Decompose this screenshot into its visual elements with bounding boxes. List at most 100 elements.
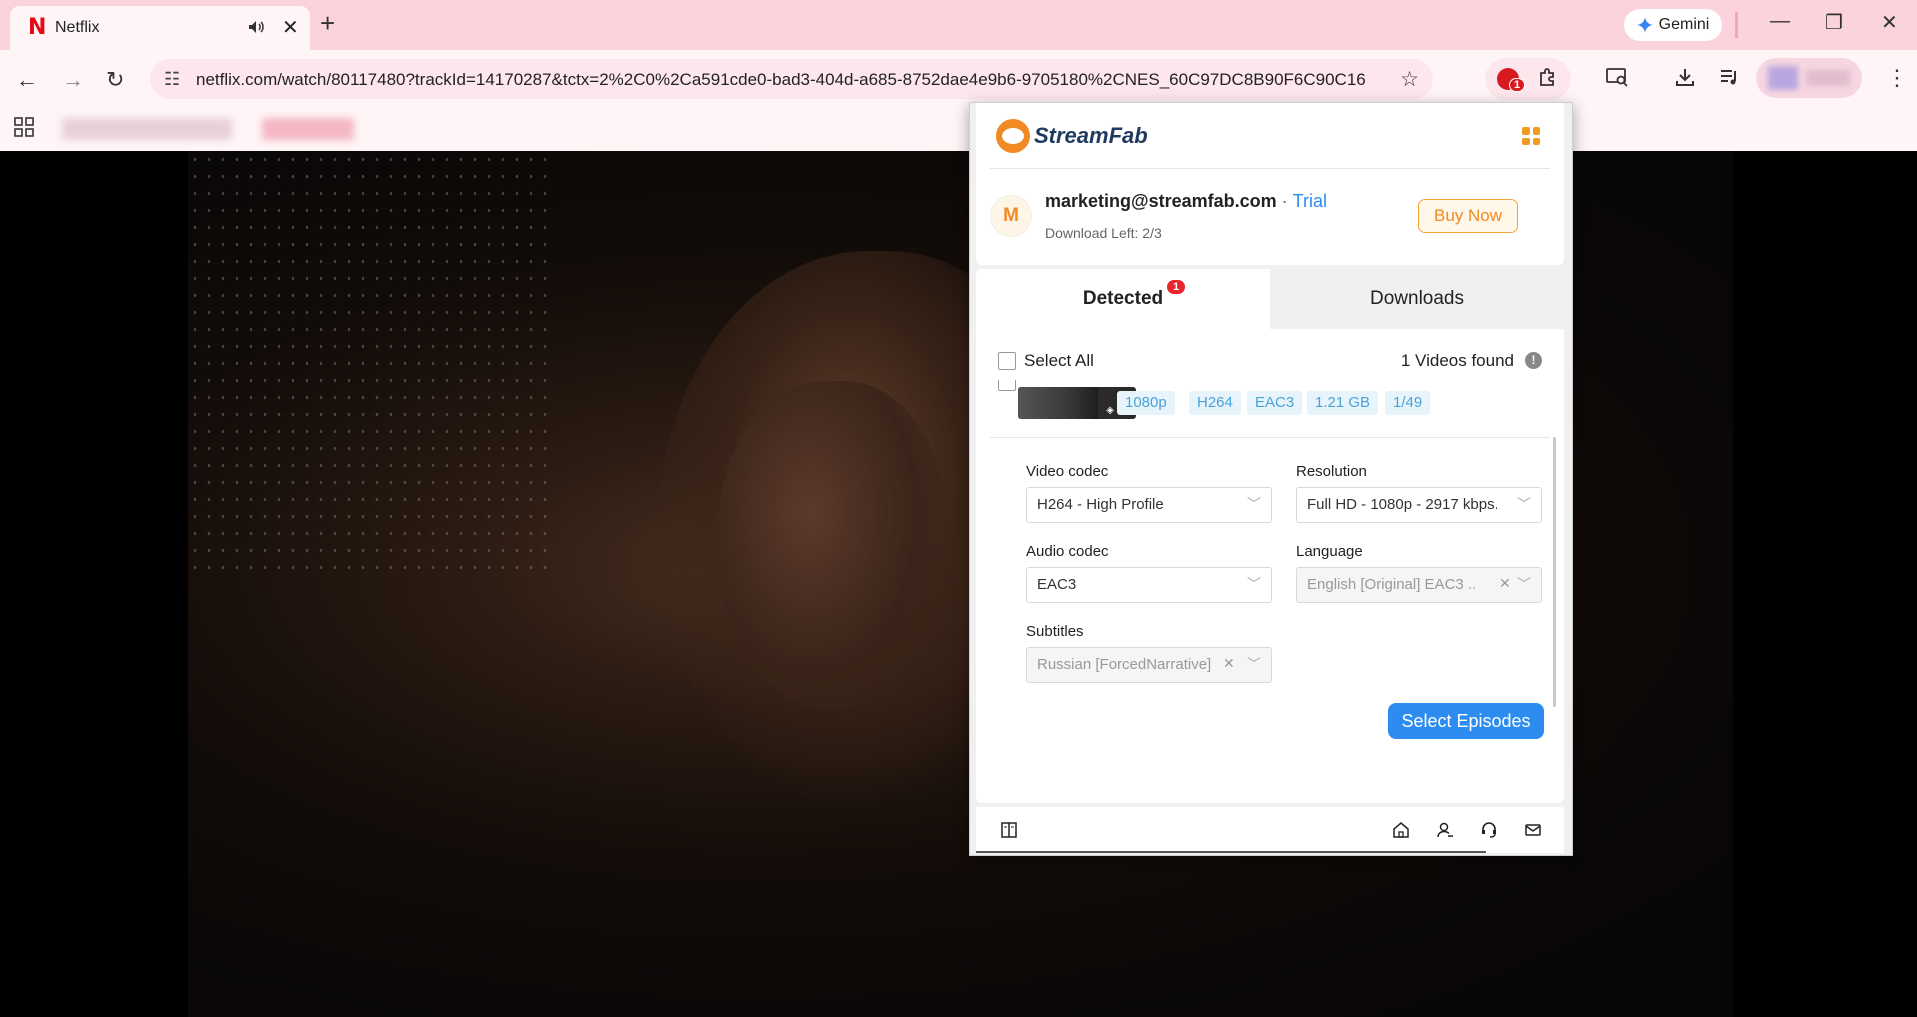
tab-detected-label: Detected	[1082, 288, 1164, 309]
site-info-icon[interactable]: ☷	[164, 69, 180, 90]
account-avatar: M	[990, 195, 1032, 237]
minimize-icon[interactable]: —	[1770, 10, 1790, 33]
gemini-button[interactable]: Gemini	[1624, 9, 1722, 41]
media-queue-icon[interactable]	[1719, 66, 1741, 94]
plan-label: Trial	[1292, 191, 1328, 211]
user-icon[interactable]	[1436, 821, 1454, 844]
restore-icon[interactable]: ❐	[1825, 10, 1843, 35]
tab-strip: N Netflix ✕ + Gemini — ❐ ✕	[0, 0, 1917, 50]
url-text[interactable]: netflix.com/watch/80117480?trackId=14170…	[196, 70, 1366, 90]
gemini-label: Gemini	[1658, 16, 1710, 33]
scrollbar[interactable]	[1553, 437, 1556, 707]
video-player[interactable]	[0, 151, 1917, 1017]
netflix-favicon-icon: N	[28, 15, 47, 40]
download-icon[interactable]	[1674, 66, 1696, 94]
gemini-sparkle-icon	[1636, 17, 1653, 33]
buy-now-button[interactable]: Buy Now	[1418, 199, 1518, 233]
footer-underline	[976, 851, 1486, 853]
speaker-icon[interactable]	[246, 17, 266, 42]
app-grid-icon[interactable]	[1522, 127, 1540, 145]
address-bar[interactable]: ☷ netflix.com/watch/80117480?trackId=141…	[150, 59, 1433, 99]
select-all-label[interactable]: Select All	[1024, 351, 1094, 371]
video-checkbox[interactable]	[998, 380, 1016, 391]
chip-codec: H264	[1189, 391, 1241, 415]
resolution-value: Full HD - 1080p - 2917 kbps...	[1307, 496, 1497, 513]
info-icon[interactable]: !	[1525, 352, 1542, 369]
tab-title: Netflix	[55, 19, 100, 36]
header-divider	[990, 168, 1550, 169]
reload-icon[interactable]: ↻	[106, 67, 124, 93]
video-codec-label: Video codec	[1026, 463, 1109, 480]
popup-body: Detected 1 Downloads Select All 1 Videos…	[976, 269, 1564, 803]
popup-footer	[976, 807, 1564, 853]
chevron-down-icon: ﹀	[1517, 496, 1531, 512]
streamfab-popup: StreamFab M marketing@streamfab.com · Tr…	[969, 102, 1573, 856]
chip-size: 1.21 GB	[1307, 391, 1379, 415]
new-tab-button[interactable]: +	[320, 8, 335, 39]
sloth-logo-icon	[996, 119, 1030, 153]
tab-downloads-label: Downloads	[1370, 288, 1464, 309]
select-episodes-button[interactable]: Select Episodes	[1388, 703, 1544, 739]
chevron-down-icon: ﹀	[1517, 576, 1531, 592]
close-tab-icon[interactable]: ✕	[282, 15, 299, 40]
language-select[interactable]: English [Original] EAC3 ... ✕ ﹀	[1296, 567, 1542, 603]
streamfab-logo: StreamFab	[996, 119, 1148, 153]
back-arrow-icon[interactable]: ←	[16, 67, 38, 93]
screen-search-icon[interactable]	[1605, 66, 1629, 94]
subtitles-select[interactable]: Russian [ForcedNarrative] ✕ ﹀	[1026, 647, 1272, 683]
tab-downloads[interactable]: Downloads	[1270, 269, 1564, 329]
select-all-row: Select All 1 Videos found !	[976, 341, 1564, 381]
bookmark-star-icon[interactable]: ☆	[1400, 67, 1419, 92]
browser-toolbar: ← → ↻ ☷ netflix.com/watch/80117480?track…	[0, 50, 1917, 108]
profile-name-blurred	[1806, 70, 1850, 86]
tab-netflix[interactable]: N Netflix ✕	[10, 6, 310, 50]
video-codec-select[interactable]: H264 - High Profile ﹀	[1026, 487, 1272, 523]
chevron-down-icon: ﹀	[1247, 656, 1261, 672]
resolution-select[interactable]: Full HD - 1080p - 2917 kbps... ﹀	[1296, 487, 1542, 523]
select-all-checkbox[interactable]	[998, 352, 1016, 370]
tab-detected[interactable]: Detected	[976, 269, 1270, 329]
remove-tag-icon[interactable]: ✕	[1499, 575, 1511, 592]
popup-header: StreamFab M marketing@streamfab.com · Tr…	[976, 103, 1564, 265]
bookmark-item-blurred[interactable]	[62, 118, 232, 140]
extension-badge: 1	[1509, 78, 1526, 92]
account-info: marketing@streamfab.com · Trial	[1045, 191, 1327, 212]
resolution-label: Resolution	[1296, 463, 1367, 480]
tabbar-divider	[1735, 12, 1738, 38]
language-label: Language	[1296, 543, 1363, 560]
video-list-item[interactable]: ◈ 49 1080p H264 EAC3 1.21 GB 1/49	[976, 380, 1564, 423]
support-headset-icon[interactable]	[1480, 821, 1498, 844]
forward-arrow-icon[interactable]: →	[62, 67, 84, 93]
close-window-icon[interactable]: ✕	[1881, 10, 1898, 35]
audio-codec-value: EAC3	[1037, 576, 1077, 593]
profile-avatar	[1768, 66, 1798, 90]
apps-grid-icon[interactable]	[14, 117, 34, 143]
bookmark-item-blurred[interactable]	[262, 118, 354, 140]
home-icon[interactable]	[1392, 821, 1410, 844]
remove-tag-icon[interactable]: ✕	[1223, 655, 1235, 672]
chip-audio: EAC3	[1247, 391, 1303, 415]
more-vert-icon[interactable]: ⋮	[1886, 65, 1908, 91]
profile-button[interactable]	[1756, 58, 1862, 98]
separator-dot: ·	[1281, 191, 1288, 211]
woman-face-image	[718, 381, 948, 711]
detected-count-badge: 1	[1167, 280, 1186, 294]
layers-icon: ◈	[1106, 405, 1114, 416]
puzzle-icon[interactable]	[1537, 66, 1559, 94]
chip-resolution: 1080p	[1117, 391, 1175, 415]
downloads-left: Download Left: 2/3	[1045, 225, 1162, 241]
audio-codec-label: Audio codec	[1026, 543, 1109, 560]
chip-episodes: 1/49	[1385, 391, 1431, 415]
audio-codec-select[interactable]: EAC3 ﹀	[1026, 567, 1272, 603]
subtitles-label: Subtitles	[1026, 623, 1084, 640]
language-value: English [Original] EAC3 ...	[1307, 576, 1477, 593]
rain-window-image	[188, 151, 548, 571]
account-email: marketing@streamfab.com	[1045, 191, 1277, 211]
brand-name: StreamFab	[1034, 123, 1148, 148]
mail-icon[interactable]	[1524, 821, 1542, 844]
videos-found-count: 1 Videos found	[1400, 351, 1514, 370]
book-icon[interactable]	[1000, 821, 1018, 844]
chevron-down-icon: ﹀	[1247, 496, 1261, 512]
bookmarks-bar	[0, 108, 1917, 151]
extensions-group: 1	[1485, 58, 1571, 100]
